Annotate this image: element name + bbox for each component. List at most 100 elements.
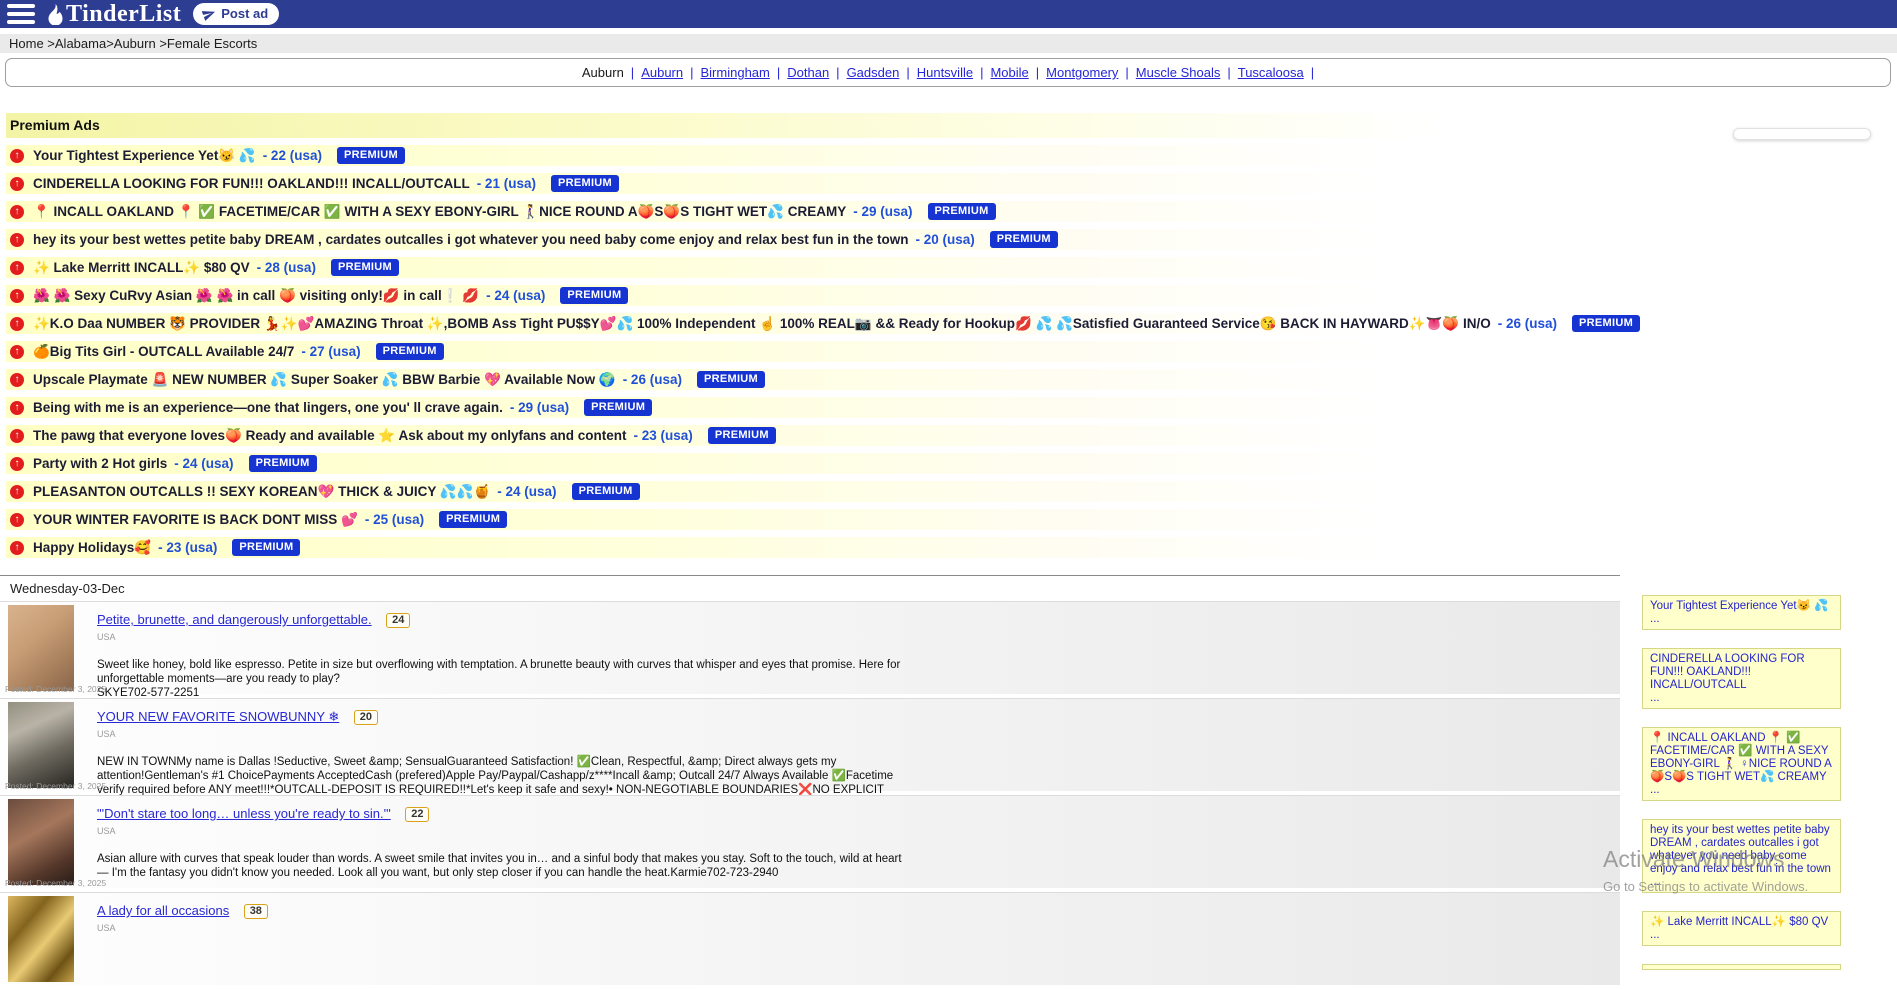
sidebar-ad-box[interactable]: CINDERELLA LOOKING FOR FUN!!! OAKLAND!!!… [1642, 648, 1841, 709]
city-link[interactable]: Dothan [787, 65, 829, 80]
city-link[interactable]: Gadsden [847, 65, 900, 80]
premium-badge: PREMIUM [376, 343, 444, 360]
sidebar-ad-title[interactable]: CINDERELLA LOOKING FOR FUN!!! OAKLAND!!!… [1650, 653, 1833, 692]
premium-ad-title[interactable]: CINDERELLA LOOKING FOR FUN!!! OAKLAND!!!… [33, 176, 470, 191]
premium-ad-title[interactable]: Your Tightest Experience Yet😼 💦 [33, 148, 256, 164]
up-arrow-icon: ↑ [10, 429, 24, 443]
sidebar-ad-box[interactable] [1642, 964, 1841, 970]
up-arrow-icon: ↑ [10, 457, 24, 471]
listing-description: Sweet like honey, bold like espresso. Pe… [97, 658, 912, 700]
sidebar-ad-box[interactable]: ✨ Lake Merritt INCALL✨ $80 QV ... [1642, 911, 1841, 946]
premium-ad-title[interactable]: YOUR WINTER FAVORITE IS BACK DONT MISS 💕 [33, 512, 358, 528]
listings-section: Wednesday-03-Dec Petite, brunette, and d… [0, 575, 1620, 989]
premium-ad-row[interactable]: ↑ Upscale Playmate 🚨 NEW NUMBER 💦 Super … [6, 369, 1566, 390]
listing-title-link[interactable]: "'Don't stare too long… unless you're re… [97, 806, 391, 821]
up-arrow-icon: ↑ [10, 513, 24, 527]
city-link[interactable]: Huntsville [917, 65, 973, 80]
hamburger-menu-icon[interactable] [7, 4, 35, 24]
premium-ad-row[interactable]: ↑ PLEASANTON OUTCALLS !! SEXY KOREAN💖 TH… [6, 481, 1566, 502]
premium-ad-age-meta: - 20 (usa) [915, 232, 974, 247]
premium-ad-age-meta: - 25 (usa) [365, 512, 424, 527]
city-separator: | [690, 65, 693, 80]
post-ad-button[interactable]: Post ad [193, 3, 279, 25]
premium-ad-title[interactable]: 📍 INCALL OAKLAND 📍 ✅ FACETIME/CAR ✅ WITH… [33, 204, 846, 220]
premium-ad-title[interactable]: 🍊Big Tits Girl - OUTCALL Available 24/7 [33, 344, 294, 360]
city-link[interactable]: Tuscaloosa [1238, 65, 1304, 80]
premium-ad-title[interactable]: Being with me is an experience—one that … [33, 400, 503, 415]
premium-ad-title[interactable]: ✨ Lake Merritt INCALL✨ $80 QV [33, 260, 250, 276]
premium-ad-row[interactable]: ↑ CINDERELLA LOOKING FOR FUN!!! OAKLAND!… [6, 173, 1566, 194]
listing-row[interactable]: YOUR NEW FAVORITE SNOWBUNNY ❄ 20 USA NEW… [0, 698, 1620, 791]
premium-ad-row[interactable]: ↑ The pawg that everyone loves🍑 Ready an… [6, 425, 1566, 446]
breadcrumb[interactable]: Home >Alabama>Auburn >Female Escorts [0, 34, 1897, 53]
premium-ad-title[interactable]: ✨K.O Daa NUMBER 🐯 PROVIDER 💃✨💕AMAZING Th… [33, 316, 1491, 332]
city-separator: | [836, 65, 839, 80]
premium-ad-title[interactable]: Upscale Playmate 🚨 NEW NUMBER 💦 Super So… [33, 372, 616, 388]
sidebar-ad-title[interactable]: Your Tightest Experience Yet😼 💦 [1650, 600, 1833, 613]
city-link[interactable]: Montgomery [1046, 65, 1118, 80]
premium-ad-title[interactable]: hey its your best wettes petite baby DRE… [33, 232, 908, 247]
brand-name: TinderList [66, 1, 181, 28]
premium-ad-age-meta: - 24 (usa) [486, 288, 545, 303]
premium-badge: PREMIUM [551, 175, 619, 192]
premium-ad-row[interactable]: ↑ Being with me is an experience—one tha… [6, 397, 1566, 418]
age-badge: 20 [354, 710, 378, 725]
premium-badge: PREMIUM [584, 399, 652, 416]
premium-ad-age-meta: - 26 (usa) [623, 372, 682, 387]
premium-ad-title[interactable]: 🌺 🌺 Sexy CuRvy Asian 🌺 🌺 in call 🍑 visit… [33, 288, 479, 304]
listing-thumbnail[interactable] [8, 896, 74, 982]
sidebar-ad-title[interactable]: 📍 INCALL OAKLAND 📍 ✅ FACETIME/CAR ✅ WITH… [1650, 732, 1833, 784]
premium-ad-row[interactable]: ↑ 📍 INCALL OAKLAND 📍 ✅ FACETIME/CAR ✅ WI… [6, 201, 1566, 222]
listing-title-link[interactable]: YOUR NEW FAVORITE SNOWBUNNY ❄ [97, 709, 339, 724]
premium-ad-row[interactable]: ↑ hey its your best wettes petite baby D… [6, 229, 1566, 250]
up-arrow-icon: ↑ [10, 233, 24, 247]
listing-country: USA [97, 729, 1590, 739]
city-link[interactable]: Auburn [582, 65, 624, 80]
premium-ad-row[interactable]: ↑ Happy Holidays🥰 - 23 (usa) PREMIUM [6, 537, 1566, 558]
premium-ad-row[interactable]: ↑ Your Tightest Experience Yet😼 💦 - 22 (… [6, 145, 1566, 166]
premium-ad-row[interactable]: ↑ ✨K.O Daa NUMBER 🐯 PROVIDER 💃✨💕AMAZING … [6, 313, 1566, 334]
up-arrow-icon: ↑ [10, 401, 24, 415]
premium-ad-title[interactable]: Happy Holidays🥰 [33, 540, 151, 556]
sidebar-ad-title[interactable]: ✨ Lake Merritt INCALL✨ $80 QV [1650, 916, 1833, 929]
top-navigation-bar: TinderList Post ad [0, 0, 1897, 28]
brand-logo[interactable]: TinderList [47, 1, 181, 28]
sidebar-ad-box[interactable]: Your Tightest Experience Yet😼 💦 ... [1642, 595, 1841, 630]
up-arrow-icon: ↑ [10, 149, 24, 163]
sidebar-ad-title[interactable]: hey its your best wettes petite baby DRE… [1650, 824, 1833, 876]
listing-row[interactable]: A lady for all occasions 38 USA [0, 892, 1620, 985]
premium-ad-row[interactable]: ↑ ✨ Lake Merritt INCALL✨ $80 QV - 28 (us… [6, 257, 1566, 278]
listing-row[interactable]: Petite, brunette, and dangerously unforg… [0, 601, 1620, 694]
premium-ad-row[interactable]: ↑ Party with 2 Hot girls - 24 (usa) PREM… [6, 453, 1566, 474]
up-arrow-icon: ↑ [10, 485, 24, 499]
sidebar-ad-box[interactable]: hey its your best wettes petite baby DRE… [1642, 819, 1841, 893]
listing-title-link[interactable]: A lady for all occasions [97, 903, 229, 918]
premium-ad-row[interactable]: ↑ YOUR WINTER FAVORITE IS BACK DONT MISS… [6, 509, 1566, 530]
listing-posted-date: Posted: December 3, 2025 [5, 781, 106, 791]
city-link[interactable]: Auburn [641, 65, 683, 80]
premium-ad-row[interactable]: ↑ 🍊Big Tits Girl - OUTCALL Available 24/… [6, 341, 1566, 362]
premium-badge: PREMIUM [708, 427, 776, 444]
city-link[interactable]: Birmingham [701, 65, 770, 80]
listing-posted-date: Posted: December 3, 2025 [5, 684, 106, 694]
age-badge: 24 [386, 613, 410, 628]
city-link[interactable]: Muscle Shoals [1136, 65, 1221, 80]
sidebar-ad-box[interactable]: 📍 INCALL OAKLAND 📍 ✅ FACETIME/CAR ✅ WITH… [1642, 727, 1841, 801]
listing-posted-date: Posted: December 3, 2025 [5, 878, 106, 888]
listing-thumbnail[interactable] [8, 799, 74, 885]
up-arrow-icon: ↑ [10, 261, 24, 275]
premium-ad-title[interactable]: PLEASANTON OUTCALLS !! SEXY KOREAN💖 THIC… [33, 484, 490, 500]
listing-title-link[interactable]: Petite, brunette, and dangerously unforg… [97, 612, 372, 627]
city-link[interactable]: Mobile [990, 65, 1028, 80]
listing-row[interactable]: "'Don't stare too long… unless you're re… [0, 795, 1620, 888]
sidebar-ad-ellipsis: ... [1650, 876, 1833, 889]
listing-description: Asian allure with curves that speak loud… [97, 852, 912, 880]
premium-ad-age-meta: - 21 (usa) [477, 176, 536, 191]
up-arrow-icon: ↑ [10, 541, 24, 555]
premium-ad-title[interactable]: The pawg that everyone loves🍑 Ready and … [33, 428, 627, 444]
listing-thumbnail[interactable] [8, 605, 74, 691]
listing-thumbnail[interactable] [8, 702, 74, 788]
premium-ad-age-meta: - 27 (usa) [301, 344, 360, 359]
premium-ad-row[interactable]: ↑ 🌺 🌺 Sexy CuRvy Asian 🌺 🌺 in call 🍑 vis… [6, 285, 1566, 306]
premium-ad-title[interactable]: Party with 2 Hot girls [33, 456, 167, 471]
